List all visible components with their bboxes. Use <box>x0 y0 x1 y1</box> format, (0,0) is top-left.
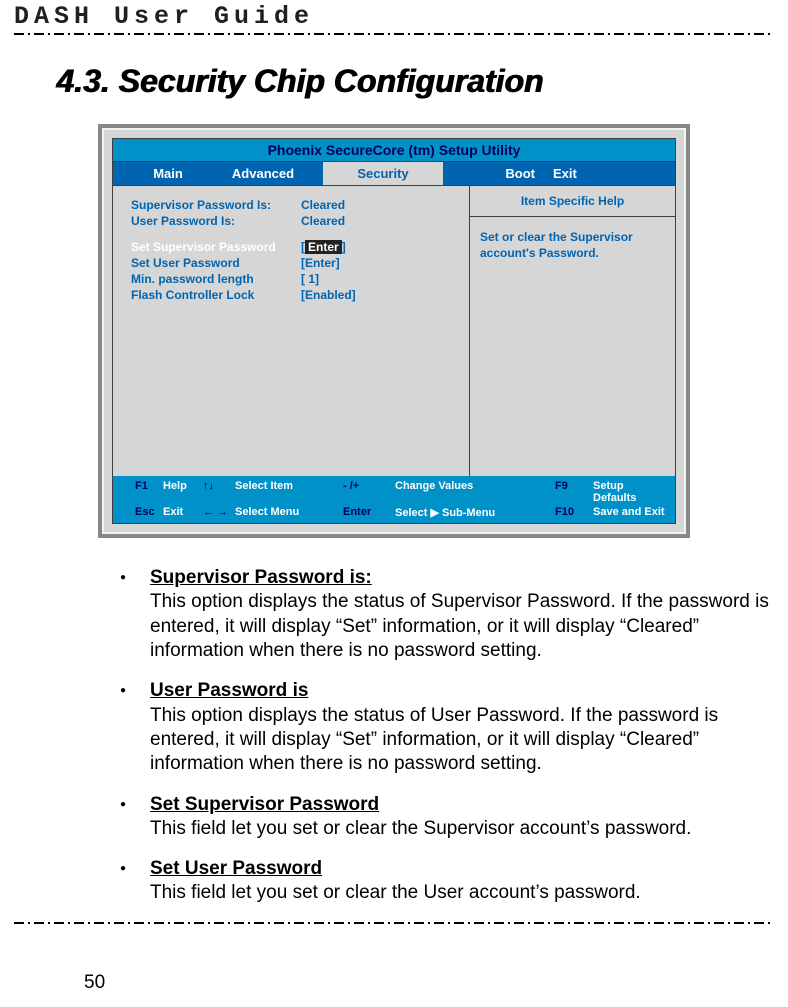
bios-key-plusminus: - /+ <box>343 480 395 504</box>
bios-right-pane: Item Specific Help Set or clear the Supe… <box>470 186 675 476</box>
bios-row-value: Cleared <box>301 198 345 212</box>
bios-setup-defaults: Setup Defaults <box>593 480 669 504</box>
bios-row[interactable]: User Password Is:Cleared <box>131 214 459 228</box>
bios-row-value: Cleared <box>301 214 345 228</box>
bios-help-heading: Item Specific Help <box>470 186 675 217</box>
bios-row[interactable]: Min. password length[ 1] <box>131 272 459 286</box>
bios-tab-exit[interactable]: Exit <box>553 162 643 185</box>
bios-title: Phoenix SecureCore (tm) Setup Utility <box>113 139 675 162</box>
bios-row[interactable]: Supervisor Password Is:Cleared <box>131 198 459 212</box>
bios-tab-security[interactable]: Security <box>323 162 443 185</box>
bios-row-label: User Password Is: <box>131 214 301 228</box>
list-item: Supervisor Password is: This option disp… <box>114 566 774 663</box>
bios-key-f9: F9 <box>555 480 593 504</box>
bios-key-enter: Enter <box>343 506 395 519</box>
bullet-body: This field let you set or clear the User… <box>150 882 641 903</box>
bios-select-item: Select Item <box>235 480 343 504</box>
bios-select-submenu: Select ▶ Sub-Menu <box>395 506 555 519</box>
bios-key-f10: F10 <box>555 506 593 519</box>
doc-header: DASH User Guide <box>14 0 774 33</box>
bullet-body: This option displays the status of User … <box>150 705 718 775</box>
bios-row-label: Min. password length <box>131 272 301 286</box>
bullet-heading: Set Supervisor Password <box>150 794 379 815</box>
bios-key-esc: Esc <box>135 506 163 519</box>
bios-figure: Phoenix SecureCore (tm) Setup Utility Ma… <box>98 124 690 538</box>
bios-left-pane: Supervisor Password Is:ClearedUser Passw… <box>113 186 470 476</box>
bios-footer: F1 Help ↑↓ Select Item - /+ Change Value… <box>113 476 675 523</box>
bios-save-exit: Save and Exit <box>593 506 669 519</box>
bios-help-body: Set or clear the Supervisor account's Pa… <box>470 217 675 273</box>
bios-row-label: Set User Password <box>131 256 301 270</box>
list-item: Set User Password This field let you set … <box>114 857 774 906</box>
bios-exit-label: Exit <box>163 506 203 519</box>
bios-select-menu: Select Menu <box>235 506 343 519</box>
bios-change-values: Change Values <box>395 480 555 504</box>
bullet-heading: Set User Password <box>150 858 322 879</box>
bios-tab-boot[interactable]: Boot <box>443 162 553 185</box>
bullet-heading: User Password is <box>150 680 308 701</box>
divider-top <box>14 33 774 35</box>
bios-help-label: Help <box>163 480 203 504</box>
bios-row-value: [Enter] <box>301 256 340 270</box>
bios-row[interactable]: Flash Controller Lock[Enabled] <box>131 288 459 302</box>
bullet-heading: Supervisor Password is: <box>150 567 372 588</box>
bios-row-value: [Enter] <box>301 240 346 254</box>
bios-tab-bar: Main Advanced Security Boot Exit <box>113 162 675 186</box>
page-number: 50 <box>84 972 105 994</box>
bios-arrows-updown: ↑↓ <box>203 480 235 504</box>
bios-arrows-lr: ← → <box>203 506 235 519</box>
bios-row[interactable]: Set Supervisor Password[Enter] <box>131 240 459 254</box>
bios-row-label: Set Supervisor Password <box>131 240 301 254</box>
bios-row[interactable]: Set User Password[Enter] <box>131 256 459 270</box>
bullet-body: This field let you set or clear the Supe… <box>150 818 691 839</box>
bios-row-label: Supervisor Password Is: <box>131 198 301 212</box>
bios-key-f1: F1 <box>135 480 163 504</box>
bios-tab-advanced[interactable]: Advanced <box>203 162 323 185</box>
list-item: User Password is This option displays the… <box>114 679 774 776</box>
bios-row-label: Flash Controller Lock <box>131 288 301 302</box>
bios-row-value: [Enabled] <box>301 288 356 302</box>
list-item: Set Supervisor Password This field let yo… <box>114 793 774 842</box>
bios-tab-main[interactable]: Main <box>113 162 203 185</box>
section-title: 4.3. Security Chip Configuration <box>56 63 774 100</box>
definition-list: Supervisor Password is: This option disp… <box>14 566 774 906</box>
bios-row-value: [ 1] <box>301 272 319 286</box>
bullet-body: This option displays the status of Super… <box>150 591 769 661</box>
